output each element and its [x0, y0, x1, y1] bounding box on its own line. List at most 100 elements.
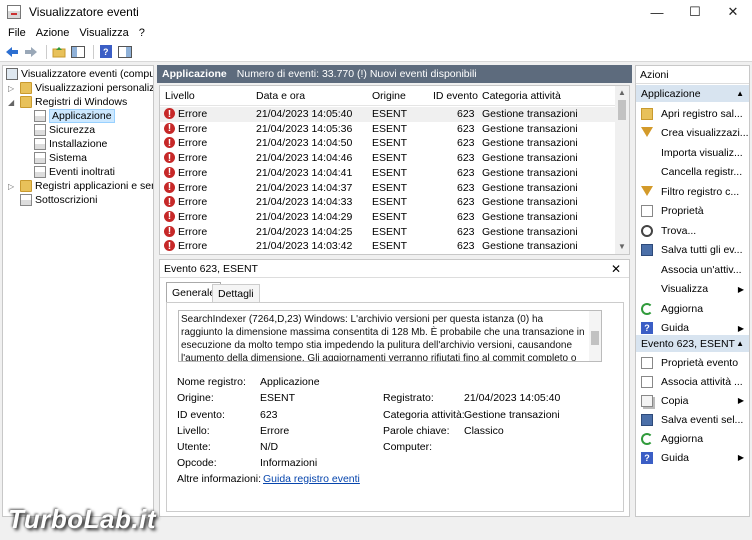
action-event-properties[interactable]: Proprietà evento: [636, 354, 749, 371]
action-attach-task[interactable]: Associa un'attiv...: [636, 261, 749, 278]
error-icon: !: [164, 108, 175, 120]
column-task-category[interactable]: Categoria attività: [482, 90, 561, 102]
description-scrollbar[interactable]: [589, 311, 601, 361]
collapse-icon[interactable]: ▲: [736, 89, 744, 98]
action-help[interactable]: ? Guida ▶: [636, 449, 749, 466]
action-attach-task-to-event[interactable]: Associa attività ...: [636, 373, 749, 390]
action-find[interactable]: Trova...: [636, 222, 749, 239]
table-row[interactable]: ! Errore 21/04/2023 14:04:50 ESENT 623 Gestio…: [160, 136, 616, 151]
user-value: N/D: [260, 441, 279, 453]
tree-item-app-services-logs[interactable]: Registri applicazioni e servizi: [20, 179, 153, 193]
action-filter-current-log[interactable]: Filtro registro c...: [636, 183, 749, 200]
window-controls: — ☐ ✕: [638, 0, 752, 24]
tree-item-subscriptions[interactable]: Sottoscrizioni: [20, 193, 97, 207]
action-create-custom-view[interactable]: Crea visualizzazi...: [636, 125, 749, 142]
close-icon[interactable]: ✕: [611, 262, 621, 276]
table-row[interactable]: ! Errore 21/04/2023 14:05:40 ESENT 623 Gestio…: [160, 107, 616, 122]
column-date-time[interactable]: Data e ora: [256, 90, 305, 102]
cell-category: Gestione transazioni: [482, 181, 578, 194]
event-list-scrollbar[interactable]: ▲ ▼: [615, 86, 629, 254]
table-row[interactable]: ! Errore 21/04/2023 14:05:36 ESENT 623 Gestio…: [160, 122, 616, 137]
maximize-icon[interactable]: ☐: [676, 0, 714, 24]
level-value: Errore: [260, 425, 290, 437]
action-import-custom-view[interactable]: Importa visualiz...: [636, 144, 749, 161]
cell-date-time: 21/04/2023 14:04:33: [256, 196, 353, 209]
event-viewer-app-icon: [7, 5, 21, 19]
help-icon[interactable]: ?: [98, 44, 114, 60]
column-level[interactable]: Livello: [165, 90, 195, 102]
user-label: Utente:: [177, 441, 211, 453]
error-icon: !: [164, 122, 175, 134]
table-row[interactable]: ! Errore 21/04/2023 14:04:33 ESENT 623 Gestio…: [160, 195, 616, 210]
event-id-label: ID evento:: [177, 409, 225, 421]
close-icon[interactable]: ✕: [714, 0, 752, 24]
log-name-value: Applicazione: [260, 376, 320, 388]
menu-view[interactable]: Visualizza: [79, 27, 128, 39]
cell-level: Errore: [178, 137, 208, 150]
show-hide-actions-icon[interactable]: [117, 44, 133, 60]
scrollbar-thumb[interactable]: [591, 331, 599, 345]
scroll-down-icon[interactable]: ▼: [618, 242, 626, 251]
table-row[interactable]: ! Errore 21/04/2023 14:04:25 ESENT 623 Gestio…: [160, 225, 616, 240]
actions-section-application[interactable]: Applicazione ▲: [636, 85, 749, 102]
action-help[interactable]: ? Guida ▶: [636, 320, 749, 337]
menu-help[interactable]: ?: [139, 27, 145, 39]
opcode-value: Informazioni: [260, 457, 318, 469]
tab-details[interactable]: Dettagli: [212, 284, 260, 302]
table-row[interactable]: ! Errore 21/04/2023 14:04:41 ESENT 623 Gestio…: [160, 166, 616, 181]
error-icon: !: [164, 196, 175, 208]
table-row[interactable]: ! Errore 21/04/2023 14:04:46 ESENT 623 Gestio…: [160, 151, 616, 166]
cell-category: Gestione transazioni: [482, 152, 578, 165]
action-open-saved-log[interactable]: Apri registro sal...: [636, 105, 749, 122]
back-arrow-icon[interactable]: [4, 44, 20, 60]
error-icon: !: [164, 137, 175, 149]
event-list-header: Livello Data e ora Origine ID evento Cat…: [160, 86, 616, 106]
forward-arrow-icon[interactable]: [23, 44, 39, 60]
event-log-help-link[interactable]: Guida registro eventi: [263, 473, 360, 485]
minimize-icon[interactable]: —: [638, 0, 676, 24]
cell-event-id: 623: [457, 196, 475, 209]
tree-item-system[interactable]: Sistema: [34, 151, 87, 165]
action-view[interactable]: Visualizza ▶: [636, 281, 749, 298]
tree-item-setup[interactable]: Installazione: [34, 137, 107, 151]
action-save-all-events[interactable]: Salva tutti gli ev...: [636, 242, 749, 259]
chevron-right-icon[interactable]: ▷: [8, 84, 14, 93]
chevron-right-icon[interactable]: ▷: [8, 182, 14, 191]
up-folder-icon[interactable]: [51, 44, 67, 60]
collapse-icon[interactable]: ▲: [736, 339, 744, 348]
tree-item-custom-views[interactable]: Visualizzazioni personalizzate: [20, 81, 153, 95]
refresh-icon: [641, 432, 653, 445]
actions-section-event[interactable]: Evento 623, ESENT ▲: [636, 335, 749, 352]
table-row[interactable]: ! Errore 21/04/2023 14:04:37 ESENT 623 Gestio…: [160, 181, 616, 196]
action-save-selected-events[interactable]: Salva eventi sel...: [636, 411, 749, 428]
action-clear-log[interactable]: Cancella registr...: [636, 164, 749, 181]
event-detail-pane: Evento 623, ESENT ✕ Generale Dettagli Se…: [159, 259, 630, 517]
action-properties[interactable]: Proprietà: [636, 203, 749, 220]
menu-file[interactable]: File: [8, 27, 26, 39]
tree-item-windows-logs[interactable]: Registri di Windows: [20, 95, 127, 109]
tree-item-root[interactable]: Visualizzatore eventi (computer: [6, 67, 153, 81]
scroll-up-icon[interactable]: ▲: [618, 88, 626, 97]
tree-item-security[interactable]: Sicurezza: [34, 123, 95, 137]
action-refresh[interactable]: Aggiorna: [636, 430, 749, 447]
cell-date-time: 21/04/2023 14:05:40: [256, 108, 353, 120]
chevron-down-icon[interactable]: ◢: [8, 98, 14, 107]
event-description[interactable]: SearchIndexer (7264,D,23) Windows: L'arc…: [178, 310, 602, 362]
action-copy[interactable]: Copia ▶: [636, 392, 749, 409]
action-refresh[interactable]: Aggiorna: [636, 300, 749, 317]
scrollbar-thumb[interactable]: [618, 100, 626, 120]
cell-level: Errore: [178, 240, 208, 253]
column-source[interactable]: Origine: [372, 90, 406, 102]
cell-event-id: 623: [457, 240, 475, 253]
tree-item-application[interactable]: Applicazione: [34, 109, 115, 123]
submenu-arrow-icon: ▶: [737, 453, 744, 462]
window-title: Visualizzatore eventi: [29, 5, 139, 19]
menu-action[interactable]: Azione: [36, 27, 70, 39]
show-hide-tree-icon[interactable]: [70, 44, 86, 60]
tree-item-forwarded-events[interactable]: Eventi inoltrati: [34, 165, 115, 179]
cell-date-time: 21/04/2023 14:05:36: [256, 122, 353, 135]
table-row[interactable]: ! Errore 21/04/2023 14:04:29 ESENT 623 Gestio…: [160, 210, 616, 225]
cell-date-time: 21/04/2023 14:04:37: [256, 181, 353, 194]
column-event-id[interactable]: ID evento: [433, 90, 478, 102]
table-row[interactable]: ! Errore 21/04/2023 14:03:42 ESENT 623 Gestio…: [160, 239, 616, 254]
